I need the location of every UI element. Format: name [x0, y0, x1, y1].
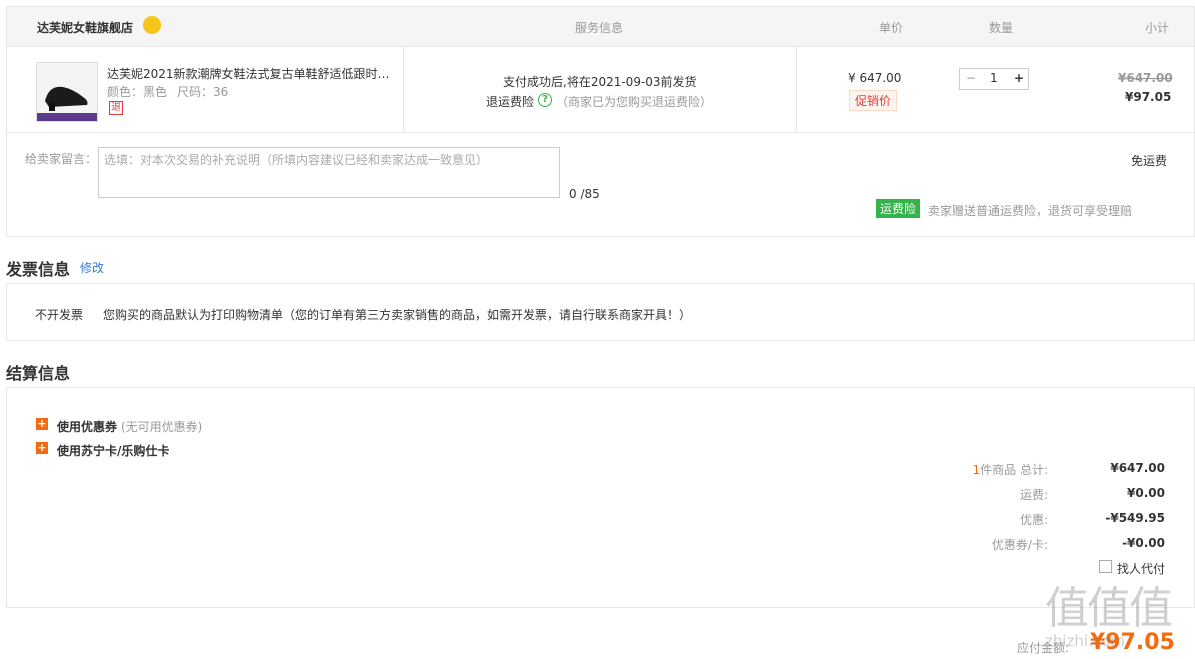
invoice-desc: 您购买的商品默认为打印购物清单（您的订单有第三方卖家销售的商品，如需开发票，请自… [103, 308, 692, 322]
product-size: 尺码：36 [177, 85, 229, 99]
total-line: 1件商品 总计: [973, 461, 1049, 478]
product-color: 颜色：黑色 [107, 85, 168, 99]
invoice-type: 不开发票 [35, 308, 84, 322]
ship-note: 支付成功后,将在2021-09-03前发货 [503, 75, 697, 89]
shipping-label: 运费: [1019, 488, 1048, 502]
total-label: 件商品 总计: [980, 463, 1048, 477]
watermark-sub: zhizhi.com [1045, 632, 1125, 650]
card-label[interactable]: 使用苏宁卡/乐购仕卡 [57, 442, 169, 459]
coupon-note: (无可用优惠券) [121, 420, 203, 434]
insurance-label: 退运费险 [486, 95, 535, 109]
watermark: 值值值 zhizhi.com [1045, 572, 1195, 659]
product-title[interactable]: 达芙妮2021新款潮牌女鞋法式复古单鞋舒适低跟时… [107, 65, 397, 82]
original-price: ¥647.00 [1118, 71, 1173, 85]
coupon-card-value: -¥0.00 [1122, 536, 1165, 550]
seller-message-input[interactable]: 选填：对本次交易的补充说明（所填内容建议已经和卖家达成一致意见） [98, 147, 560, 198]
item-count: 1 [972, 463, 981, 477]
message-counter: 0 /85 [569, 187, 600, 201]
col-subtotal: 小计 [1145, 21, 1170, 35]
return-badge: 退 [109, 101, 123, 115]
total-value: ¥647.00 [1110, 461, 1165, 475]
col-service: 服务信息 [575, 21, 624, 35]
order-header: 达芙妮女鞋旗舰店 服务信息 单价 数量 小计 [6, 6, 1195, 47]
store-name[interactable]: 达芙妮女鞋旗舰店 [37, 19, 133, 36]
shipping-free: 免运费 [1131, 154, 1168, 168]
shipping-value: ¥0.00 [1127, 486, 1165, 500]
promo-tag: 促销价 [849, 90, 898, 111]
product-thumbnail[interactable] [36, 62, 98, 122]
expand-card-icon[interactable]: + [36, 442, 48, 454]
settlement-title: 结算信息 [6, 364, 71, 383]
expand-coupon-icon[interactable]: + [36, 418, 48, 430]
quantity-value[interactable]: 1 [990, 71, 998, 85]
minus-button[interactable]: − [966, 71, 976, 85]
insurance-desc: 卖家赠送普通运费险，退货可享受理赔 [928, 204, 1133, 218]
plus-button[interactable]: + [1014, 71, 1024, 85]
insurance-note: （商家已为您购买退运费险） [556, 95, 713, 109]
quantity-stepper[interactable]: − 1 + [959, 68, 1029, 90]
help-icon[interactable]: ? [538, 93, 552, 107]
invoice-title: 发票信息 [6, 260, 71, 279]
unit-price: ¥ 647.00 [848, 71, 902, 85]
final-price: ¥97.05 [1125, 90, 1172, 104]
shoe-image [37, 63, 97, 121]
coupon-card-label: 优惠券/卡: [991, 538, 1048, 552]
insurance-tag: 运费险 [876, 199, 921, 218]
coupon-label[interactable]: 使用优惠券 [57, 418, 117, 435]
store-badge-icon [143, 16, 161, 34]
watermark-logo: 值值值 [1045, 583, 1173, 634]
message-label: 给卖家留言： [25, 152, 98, 166]
discount-label: 优惠: [1019, 513, 1048, 527]
invoice-edit-link[interactable]: 修改 [80, 259, 104, 276]
discount-value: -¥549.95 [1105, 511, 1165, 525]
col-price: 单价 [879, 21, 904, 35]
col-qty: 数量 [989, 21, 1014, 35]
